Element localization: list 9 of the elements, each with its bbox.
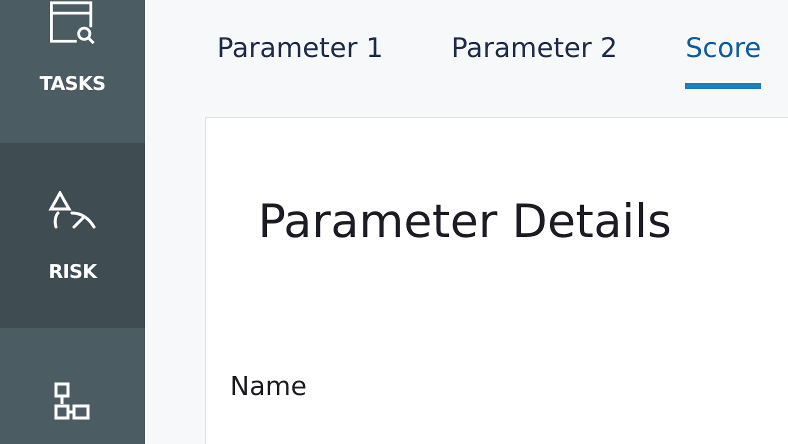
card-title: Parameter Details [258, 194, 672, 248]
field-label: Name [230, 372, 308, 402]
warning-gauge-icon [48, 191, 98, 231]
tab[interactable]: Score [685, 33, 762, 89]
tab[interactable]: Parameter 2 [451, 33, 618, 89]
sidebar-item[interactable]: TASKS [0, 0, 145, 143]
tab[interactable]: Parameter 1 [217, 33, 384, 89]
diagram-icon [52, 382, 92, 422]
sidebar-item[interactable]: RISK [0, 143, 145, 328]
